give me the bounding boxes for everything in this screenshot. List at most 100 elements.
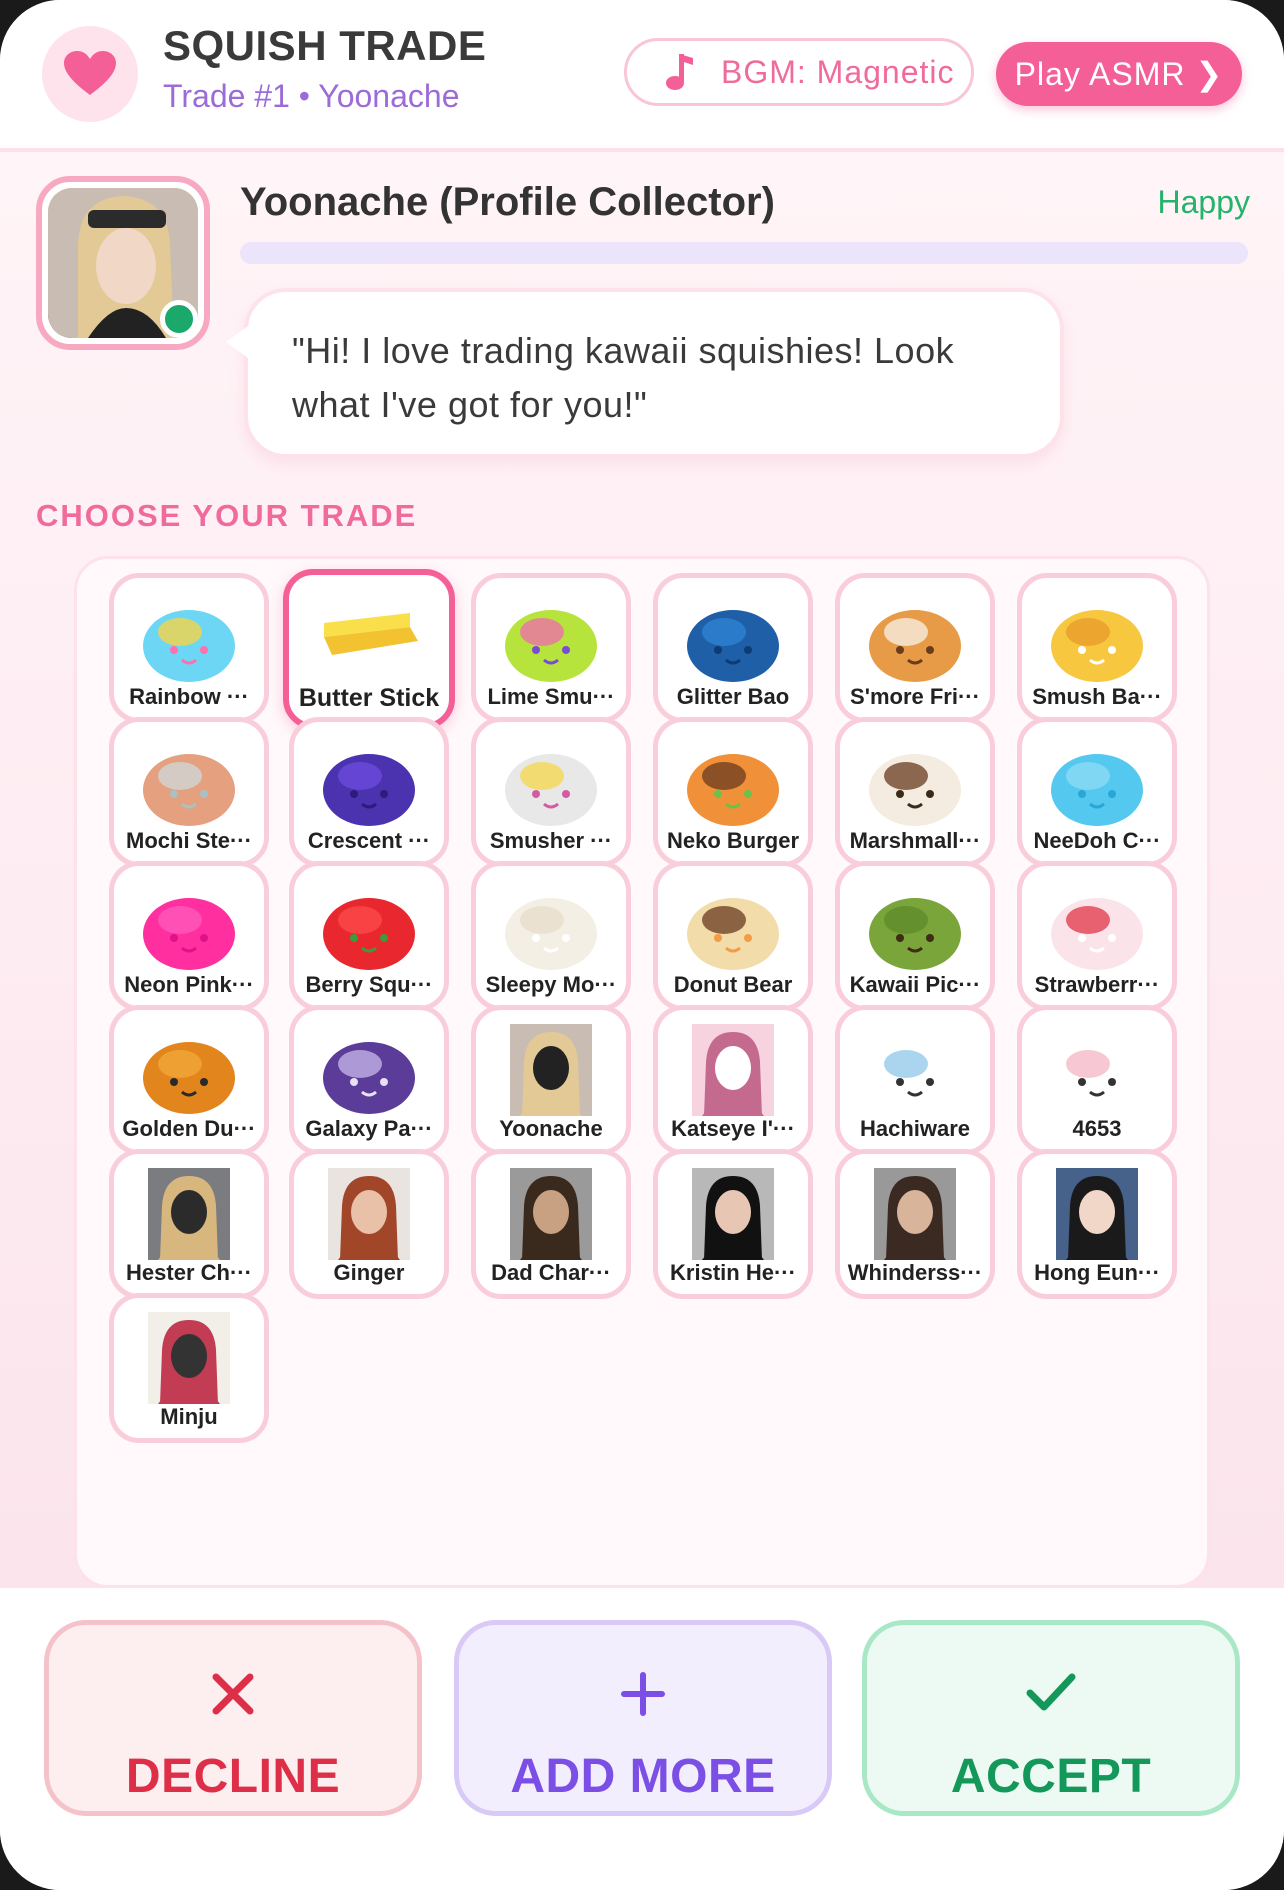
smore-icon	[869, 610, 961, 682]
npc-message: "Hi! I love trading kawaii squishies! Lo…	[292, 330, 955, 425]
trade-item-label: Smush Ba···	[1032, 684, 1162, 709]
trade-item-card[interactable]: 4653	[1017, 1005, 1177, 1155]
trade-item-card[interactable]: Berry Squ···	[289, 861, 449, 1011]
trade-item-label: Dad Char···	[491, 1260, 611, 1285]
trade-item-label: Hachiware	[859, 1116, 971, 1141]
trade-item-card[interactable]: Whinderss···	[835, 1149, 995, 1299]
photo-whinderss-icon	[874, 1168, 956, 1260]
butter-icon	[324, 613, 418, 655]
trade-item-card[interactable]: NeeDoh C···	[1017, 717, 1177, 867]
crescent-icon	[323, 754, 415, 826]
speech-bubble: "Hi! I love trading kawaii squishies! Lo…	[226, 288, 1064, 458]
photo-dad-icon	[510, 1168, 592, 1260]
trade-item-card[interactable]: S'more Fri···	[835, 573, 995, 723]
trade-item-card[interactable]: Smusher ···	[471, 717, 631, 867]
decline-button[interactable]: DECLINE	[44, 1620, 422, 1816]
trade-item-label: Hong Eun···	[1034, 1260, 1160, 1285]
trade-item-card[interactable]: Crescent ···	[289, 717, 449, 867]
trade-item-card[interactable]: Minju	[109, 1293, 269, 1443]
neko-burger-icon	[687, 754, 779, 826]
trade-item-card[interactable]: Marshmall···	[835, 717, 995, 867]
add-more-label: ADD MORE	[510, 1750, 776, 1803]
trade-item-card[interactable]: Neon Pink···	[109, 861, 269, 1011]
trade-item-card[interactable]: Hachiware	[835, 1005, 995, 1155]
close-icon	[212, 1673, 254, 1715]
heart-icon	[64, 51, 116, 95]
trade-item-label: NeeDoh C···	[1033, 828, 1161, 853]
trade-item-card[interactable]: Rainbow ···	[109, 573, 269, 723]
lime-smusher-icon	[505, 610, 597, 682]
photo-ginger-icon	[328, 1168, 410, 1260]
trade-subtitle: Trade #1 • Yoonache	[163, 78, 460, 114]
trade-item-label: Lime Smu···	[487, 684, 615, 709]
trade-item-label: Katseye I'···	[671, 1116, 795, 1141]
play-asmr-button[interactable]: Play ASMR ❯	[996, 42, 1242, 106]
trade-item-card[interactable]: Katseye I'···	[653, 1005, 813, 1155]
trade-item-card[interactable]: Ginger	[289, 1149, 449, 1299]
trade-item-label: Mochi Ste···	[126, 828, 252, 853]
phone-screen: SQUISH TRADE Trade #1 • Yoonache BGM: Ma…	[0, 0, 1284, 1890]
marshmallow-icon	[869, 754, 961, 826]
trade-item-card[interactable]: Hong Eun···	[1017, 1149, 1177, 1299]
app-title: SQUISH TRADE	[163, 22, 487, 69]
chiikawa-icon	[1051, 1042, 1143, 1114]
smusher-icon	[505, 754, 597, 826]
chevron-right-icon: ❯	[1195, 56, 1224, 92]
neon-pink-icon	[143, 898, 235, 970]
heart-badge	[42, 26, 138, 122]
add-more-button[interactable]: ADD MORE	[454, 1620, 832, 1816]
photo-hester-icon	[148, 1168, 230, 1260]
play-asmr-label: Play ASMR	[1014, 55, 1186, 92]
accept-button[interactable]: ACCEPT	[862, 1620, 1240, 1816]
sleepy-mochi-icon	[505, 898, 597, 970]
trade-item-card[interactable]: Sleepy Mo···	[471, 861, 631, 1011]
trade-item-card[interactable]: Kristin He···	[653, 1149, 813, 1299]
mochi-steamer-icon	[143, 754, 235, 826]
strawberry-cake-icon	[1051, 898, 1143, 970]
trade-item-card[interactable]: Galaxy Pa···	[289, 1005, 449, 1155]
npc-name: Yoonache (Profile Collector)	[240, 180, 775, 224]
trade-item-label: 4653	[1072, 1116, 1122, 1141]
trade-item-card[interactable]: Dad Char···	[471, 1149, 631, 1299]
donut-bear-icon	[687, 898, 779, 970]
plus-icon	[621, 1672, 665, 1716]
trade-item-label: Yoonache	[499, 1116, 603, 1141]
trade-item-card[interactable]: Glitter Bao	[653, 573, 813, 723]
trade-item-label: Golden Du···	[122, 1116, 256, 1141]
mood-bar	[240, 242, 1248, 264]
online-status-dot	[160, 300, 198, 338]
photo-yoonache-icon	[510, 1024, 592, 1116]
trade-item-card[interactable]: Donut Bear	[653, 861, 813, 1011]
trade-item-card[interactable]: Lime Smu···	[471, 573, 631, 723]
trade-item-label: Neko Burger	[666, 828, 800, 853]
trade-item-label: Kristin He···	[670, 1260, 796, 1285]
galaxy-panda-icon	[323, 1042, 415, 1114]
trade-item-label: Butter Stick	[298, 684, 440, 712]
bgm-button[interactable]: BGM: Magnetic	[624, 38, 974, 106]
strawberry-icon	[323, 898, 415, 970]
trade-item-card[interactable]: Golden Du···	[109, 1005, 269, 1155]
trade-item-card[interactable]: Neko Burger	[653, 717, 813, 867]
hachiware-icon	[869, 1042, 961, 1114]
katseye-poster-icon	[692, 1024, 774, 1116]
trade-item-label: Strawberr···	[1034, 972, 1160, 997]
trade-item-label: Hester Ch···	[126, 1260, 252, 1285]
minju-poster-icon	[148, 1312, 230, 1404]
trade-item-label: Rainbow ···	[129, 684, 249, 709]
decline-label: DECLINE	[125, 1750, 341, 1803]
trade-item-card[interactable]: Kawaii Pic···	[835, 861, 995, 1011]
trade-item-card[interactable]: Mochi Ste···	[109, 717, 269, 867]
rainbow-bun-icon	[143, 610, 235, 682]
item-grid: Rainbow ··· Butter Stick Lime Smu··· Glitte…	[74, 556, 1210, 1588]
trade-item-card[interactable]: Hester Ch···	[109, 1149, 269, 1299]
golden-dumpling-icon	[143, 1042, 235, 1114]
trade-item-label: Ginger	[333, 1260, 405, 1285]
trade-item-card[interactable]: Strawberr···	[1017, 861, 1177, 1011]
trade-item-label: Whinderss···	[847, 1260, 983, 1285]
photo-kristin-icon	[692, 1168, 774, 1260]
trade-item-card[interactable]: Butter Stick	[283, 569, 455, 729]
bgm-label: BGM: Magnetic	[721, 53, 955, 90]
trade-item-card[interactable]: Yoonache	[471, 1005, 631, 1155]
trade-item-label: S'more Fri···	[850, 684, 980, 709]
trade-item-card[interactable]: Smush Ba···	[1017, 573, 1177, 723]
